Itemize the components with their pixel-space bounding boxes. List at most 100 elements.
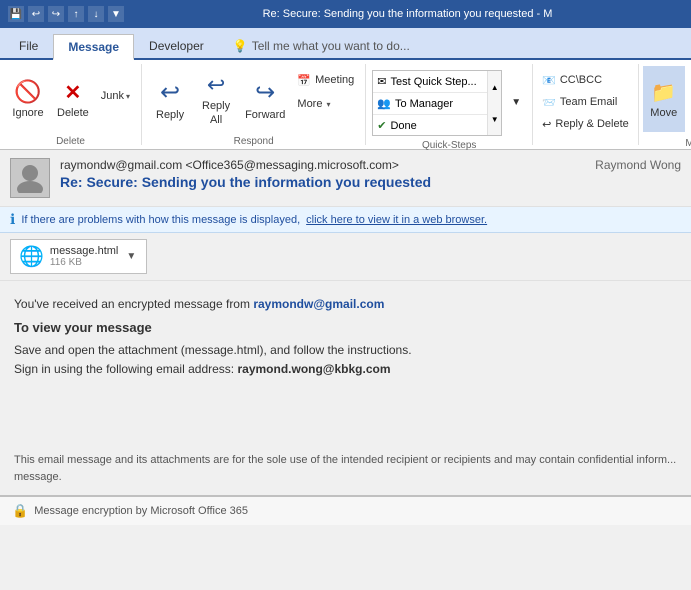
sender-email: raymondw@gmail.com <Office365@messaging.… bbox=[60, 158, 399, 172]
attachment-item[interactable]: 🌐 message.html 116 KB ▼ bbox=[10, 239, 147, 274]
footer: 🔒 Message encryption by Microsoft Office… bbox=[0, 495, 691, 525]
delete-button[interactable]: ✕ Delete bbox=[52, 66, 94, 132]
respond-group-label: Respond bbox=[148, 134, 359, 147]
qs-test-icon: ✉ bbox=[377, 75, 386, 88]
ignore-button[interactable]: 🚫 Ignore bbox=[6, 66, 50, 132]
save-icon[interactable]: 💾 bbox=[8, 6, 24, 22]
window-title: Re: Secure: Sending you the information … bbox=[132, 8, 683, 20]
reply-icon: ↩ bbox=[160, 78, 180, 107]
meeting-button[interactable]: 📅 Meeting bbox=[292, 70, 359, 90]
attachment-size: 116 KB bbox=[50, 257, 118, 268]
cc-bcc-icon: 📧 bbox=[542, 74, 556, 87]
cc-bcc-label: CC\BCC bbox=[560, 74, 602, 86]
reply-delete-button[interactable]: ↩ Reply & Delete bbox=[537, 114, 634, 134]
tab-developer[interactable]: Developer bbox=[134, 32, 219, 58]
team-email-icon: 📨 bbox=[542, 96, 556, 109]
delete-group-label: Delete bbox=[6, 134, 135, 147]
attachment-area: 🌐 message.html 116 KB ▼ bbox=[0, 233, 691, 281]
delete-group-content: 🚫 Ignore ✕ Delete Junk ▾ bbox=[6, 66, 135, 132]
qs-test-label: Test Quick Step... bbox=[390, 76, 476, 88]
move-content: 📁 Move 📓 OneN... 📋 Rule ⚡ Actio... bbox=[643, 66, 691, 134]
body-instruction2: Sign in using the following email addres… bbox=[14, 360, 677, 379]
quick-steps-list: ✉ Test Quick Step... 👥 To Manager ✔ Done… bbox=[372, 70, 502, 136]
sender-name: Raymond Wong bbox=[595, 158, 681, 172]
window-controls: 💾 ↩ ↪ ↑ ↓ ▼ bbox=[8, 6, 124, 22]
junk-col: Junk ▾ bbox=[96, 86, 135, 106]
forward-icon: ↪ bbox=[255, 78, 275, 107]
down-icon[interactable]: ↓ bbox=[88, 6, 104, 22]
reply-label: Reply bbox=[156, 109, 184, 121]
qs-item-manager[interactable]: 👥 To Manager bbox=[373, 93, 501, 115]
more-button[interactable]: More ▾ bbox=[292, 94, 359, 114]
ccbcc-group-label bbox=[537, 141, 634, 143]
up-icon[interactable]: ↑ bbox=[68, 6, 84, 22]
team-email-label: Team Email bbox=[560, 96, 617, 108]
body-line1-text: You've received an encrypted message fro… bbox=[14, 297, 250, 311]
team-email-button[interactable]: 📨 Team Email bbox=[537, 92, 622, 112]
redo-icon[interactable]: ↪ bbox=[48, 6, 64, 22]
sender-line: raymondw@gmail.com <Office365@messaging.… bbox=[60, 158, 681, 172]
ignore-label: Ignore bbox=[12, 107, 43, 119]
info-bar: ℹ If there are problems with how this me… bbox=[0, 207, 691, 233]
body-section-title: To view your message bbox=[14, 318, 677, 339]
more-dropdown-icon: ▾ bbox=[326, 100, 330, 109]
body-instruction1: Save and open the attachment (message.ht… bbox=[14, 341, 677, 360]
disclaimer: This email message and its attachments a… bbox=[0, 441, 691, 495]
tab-message[interactable]: Message bbox=[53, 34, 134, 60]
qs-scroll-down[interactable]: ▼ bbox=[488, 103, 501, 135]
qs-item-done[interactable]: ✔ Done bbox=[373, 115, 501, 136]
info-link[interactable]: click here to view it in a web browser. bbox=[306, 214, 487, 226]
move-button[interactable]: 📁 Move bbox=[643, 66, 685, 132]
undo-icon[interactable]: ↩ bbox=[28, 6, 44, 22]
junk-dropdown-icon: ▾ bbox=[126, 92, 130, 101]
cc-bcc-button[interactable]: 📧 CC\BCC bbox=[537, 70, 607, 90]
body-email-bold: raymond.wong@kbkg.com bbox=[237, 362, 390, 376]
body-instruction2-text: Sign in using the following email addres… bbox=[14, 362, 234, 376]
email-header-info: raymondw@gmail.com <Office365@messaging.… bbox=[60, 158, 681, 190]
email-body: You've received an encrypted message fro… bbox=[0, 281, 691, 441]
attachment-info: message.html 116 KB bbox=[50, 245, 118, 268]
forward-label: Forward bbox=[245, 109, 285, 121]
tab-file[interactable]: File bbox=[4, 32, 53, 58]
attachment-icon: 🌐 bbox=[19, 244, 44, 269]
reply-delete-icon: ↩ bbox=[542, 118, 551, 131]
reply-all-button[interactable]: ↩ Reply All bbox=[194, 66, 238, 132]
respond-group-content: ↩ Reply ↩ Reply All ↪ Forward 📅 Meeting bbox=[148, 66, 359, 132]
reply-all-label2: All bbox=[210, 114, 222, 126]
more-label: More bbox=[297, 98, 322, 110]
reply-button[interactable]: ↩ Reply bbox=[148, 66, 192, 132]
qs-manager-label: To Manager bbox=[395, 98, 453, 110]
tell-me-bar[interactable]: 💡 Tell me what you want to do... bbox=[225, 34, 418, 58]
more-icon[interactable]: ▼ bbox=[108, 6, 124, 22]
onenote-button[interactable]: 📓 OneN... bbox=[687, 70, 691, 90]
disclaimer-text: This email message and its attachments a… bbox=[14, 452, 677, 485]
actions-button[interactable]: ⚡ Actio... bbox=[687, 114, 691, 134]
tab-bar: File Message Developer 💡 Tell me what yo… bbox=[0, 28, 691, 60]
email-pane: raymondw@gmail.com <Office365@messaging.… bbox=[0, 150, 691, 525]
qs-done-label: Done bbox=[390, 120, 416, 132]
respond-small-col: 📅 Meeting More ▾ bbox=[292, 70, 359, 114]
qs-manager-icon: 👥 bbox=[377, 97, 391, 110]
attachment-dropdown-icon[interactable]: ▼ bbox=[124, 251, 138, 262]
quicksteps-expand[interactable]: ▼ bbox=[506, 92, 526, 112]
lock-icon: 🔒 bbox=[12, 503, 28, 519]
forward-button[interactable]: ↪ Forward bbox=[240, 66, 290, 132]
ribbon-group-delete: 🚫 Ignore ✕ Delete Junk ▾ Delete bbox=[0, 64, 142, 145]
email-header: raymondw@gmail.com <Office365@messaging.… bbox=[0, 150, 691, 207]
footer-text: Message encryption by Microsoft Office 3… bbox=[34, 505, 248, 517]
meeting-icon: 📅 bbox=[297, 74, 311, 87]
ribbon: 🚫 Ignore ✕ Delete Junk ▾ Delete ↩ Reply bbox=[0, 60, 691, 150]
qs-scrollbar: ▲ ▼ bbox=[487, 71, 501, 135]
qs-scroll-up[interactable]: ▲ bbox=[488, 71, 501, 103]
move-group-label: move bbox=[643, 136, 691, 149]
qs-item-test[interactable]: ✉ Test Quick Step... bbox=[373, 71, 501, 93]
lightbulb-icon: 💡 bbox=[233, 39, 248, 53]
ribbon-group-move: 📁 Move 📓 OneN... 📋 Rule ⚡ Actio... move bbox=[639, 64, 691, 145]
ignore-icon: 🚫 bbox=[14, 79, 41, 105]
junk-button[interactable]: Junk ▾ bbox=[96, 86, 135, 106]
tell-me-text[interactable]: Tell me what you want to do... bbox=[252, 39, 410, 53]
info-icon: ℹ bbox=[10, 211, 15, 228]
ccbcc-content: 📧 CC\BCC 📨 Team Email ↩ Reply & Delete bbox=[537, 70, 634, 139]
rules-button[interactable]: 📋 Rule bbox=[687, 92, 691, 112]
title-bar: 💾 ↩ ↪ ↑ ↓ ▼ Re: Secure: Sending you the … bbox=[0, 0, 691, 28]
